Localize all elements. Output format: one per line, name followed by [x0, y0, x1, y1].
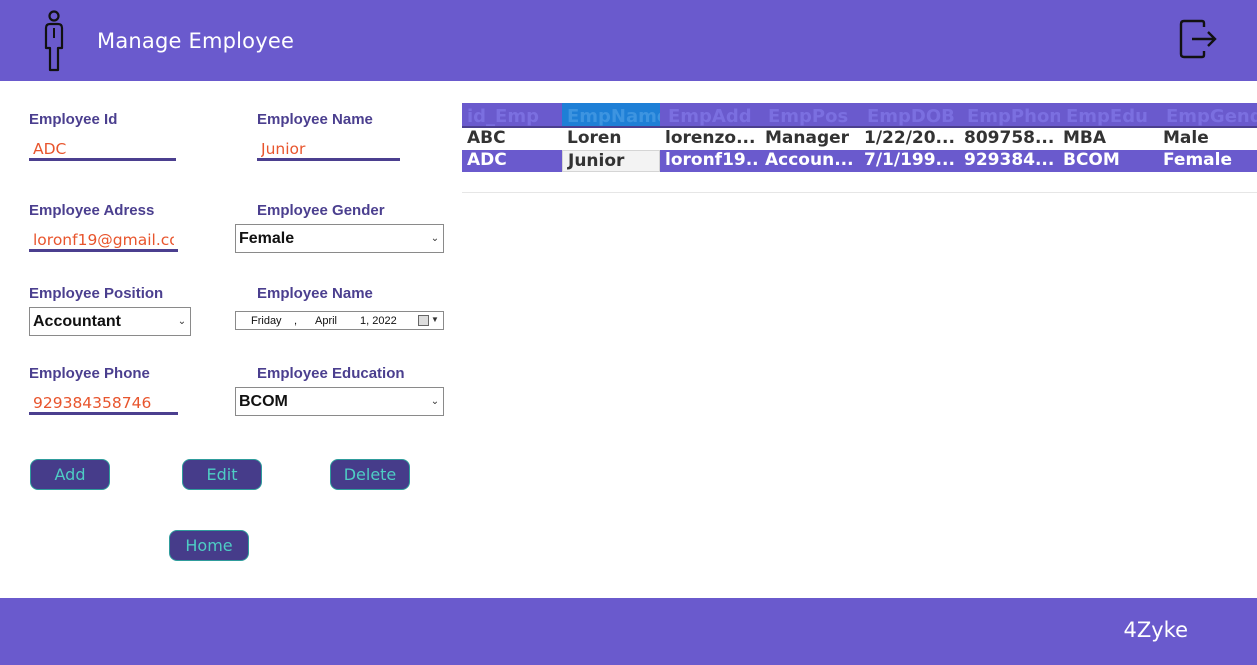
footer-bar: 4Zyke	[0, 598, 1257, 665]
table-cell[interactable]: Loren	[562, 128, 660, 150]
table-cell[interactable]: 7/1/199...	[859, 150, 959, 172]
column-header[interactable]: EmpDOB	[862, 106, 960, 129]
column-header[interactable]: EmpAdd	[663, 106, 761, 129]
table-cell[interactable]: Accoun...	[760, 150, 860, 172]
employee-name-field[interactable]	[257, 137, 400, 161]
employee-education-label: Employee Education	[257, 365, 405, 382]
employee-table[interactable]: id_Emp EmpName EmpAdd EmpPos EmpDOB EmpP…	[462, 103, 1257, 193]
employee-name-label: Employee Name	[257, 111, 373, 128]
employee-phone-field[interactable]	[29, 391, 178, 415]
home-button[interactable]: Home	[169, 530, 249, 561]
gender-select[interactable]: Female ⌄	[235, 224, 444, 253]
edit-button[interactable]: Edit	[182, 459, 262, 490]
date-month: April	[315, 315, 338, 327]
table-cell[interactable]: lorenzo...	[660, 128, 760, 150]
date-picker[interactable]: Friday , April 1, 2022 ▼	[235, 311, 444, 330]
employee-id-label: Employee Id	[29, 111, 118, 128]
chevron-down-icon: ⌄	[430, 233, 440, 244]
table-cell[interactable]: ABC	[462, 128, 562, 150]
date-day: Friday	[251, 315, 282, 327]
page-title: Manage Employee	[97, 29, 295, 53]
person-icon	[44, 10, 64, 72]
dropdown-arrow-icon: ▼	[431, 315, 439, 324]
table-cell[interactable]: 1/22/20...	[859, 128, 959, 150]
employee-address-field[interactable]	[29, 228, 178, 252]
column-header[interactable]: EmpEdu	[1061, 106, 1159, 129]
gender-select-value: Female	[239, 229, 295, 247]
delete-button[interactable]: Delete	[330, 459, 410, 490]
header-bar: Manage Employee	[0, 0, 1257, 81]
employee-id-field[interactable]	[29, 137, 176, 161]
table-cell[interactable]: 929384...	[959, 150, 1059, 172]
table-header-row: id_Emp EmpName EmpAdd EmpPos EmpDOB EmpP…	[462, 103, 1257, 128]
chevron-down-icon: ⌄	[177, 316, 187, 327]
column-header[interactable]: id_Emp	[462, 106, 562, 129]
position-select[interactable]: Accountant ⌄	[29, 307, 191, 336]
table-cell[interactable]: Female	[1158, 150, 1257, 172]
table-cell[interactable]: MBA	[1058, 128, 1158, 150]
table-cell[interactable]: Male	[1158, 128, 1257, 150]
column-header[interactable]: EmpPos	[763, 106, 861, 129]
employee-gender-label: Employee Gender	[257, 202, 385, 219]
education-select-value: BCOM	[239, 392, 288, 410]
employee-dob-label: Employee Name	[257, 285, 373, 302]
add-button[interactable]: Add	[30, 459, 110, 490]
position-select-value: Accountant	[33, 312, 121, 330]
logout-icon[interactable]	[1178, 19, 1218, 59]
table-cell[interactable]: loronf19...	[660, 150, 760, 172]
table-cell[interactable]: Manager	[760, 128, 860, 150]
table-row-selected[interactable]: ADC Junior loronf19... Accoun... 7/1/199…	[462, 150, 1257, 172]
table-cell[interactable]: BCOM	[1058, 150, 1158, 172]
calendar-icon	[418, 315, 429, 326]
table-cell[interactable]: 809758...	[959, 128, 1059, 150]
footer-brand: 4Zyke	[1123, 618, 1188, 642]
employee-address-label: Employee Adress	[29, 202, 155, 219]
date-day-year: 1, 2022	[360, 315, 397, 327]
education-select[interactable]: BCOM ⌄	[235, 387, 444, 416]
employee-phone-label: Employee Phone	[29, 365, 150, 382]
employee-position-label: Employee Position	[29, 285, 164, 302]
table-cell[interactable]: ADC	[462, 150, 562, 172]
date-separator: ,	[294, 315, 298, 327]
table-row[interactable]: ABC Loren lorenzo... Manager 1/22/20... …	[462, 128, 1257, 150]
chevron-down-icon: ⌄	[430, 396, 440, 407]
table-cell-current[interactable]: Junior	[562, 150, 660, 172]
column-header[interactable]: EmpPhone	[962, 106, 1060, 129]
column-header[interactable]: EmpName	[562, 103, 660, 126]
column-header[interactable]: EmpGender	[1161, 106, 1257, 129]
